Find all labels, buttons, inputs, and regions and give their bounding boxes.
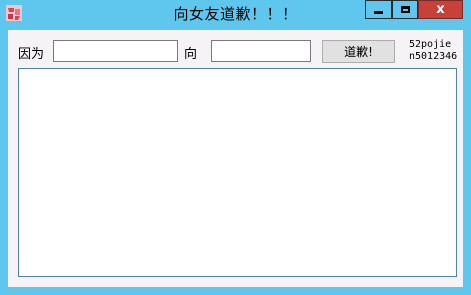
client-area: 因为 向 道歉! 52pojie n5012346	[8, 30, 463, 287]
title-bar[interactable]: 向女友道歉！！！ x	[0, 0, 471, 30]
because-label: 因为	[18, 47, 45, 62]
to-label: 向	[184, 47, 198, 62]
minimize-icon	[374, 11, 383, 14]
maximize-button[interactable]	[392, 0, 418, 19]
apologize-button[interactable]: 道歉!	[322, 40, 395, 63]
credit-line-2: n5012346	[409, 51, 458, 62]
close-button[interactable]: x	[418, 0, 463, 19]
credit-line-1: 52pojie	[409, 39, 452, 50]
maximize-icon	[400, 6, 410, 13]
minimize-button[interactable]	[365, 0, 392, 19]
credit-text: 52pojie n5012346	[409, 39, 457, 63]
because-input[interactable]	[53, 40, 178, 62]
close-icon: x	[436, 2, 445, 17]
output-textarea[interactable]	[18, 68, 457, 277]
to-input[interactable]	[211, 40, 311, 62]
